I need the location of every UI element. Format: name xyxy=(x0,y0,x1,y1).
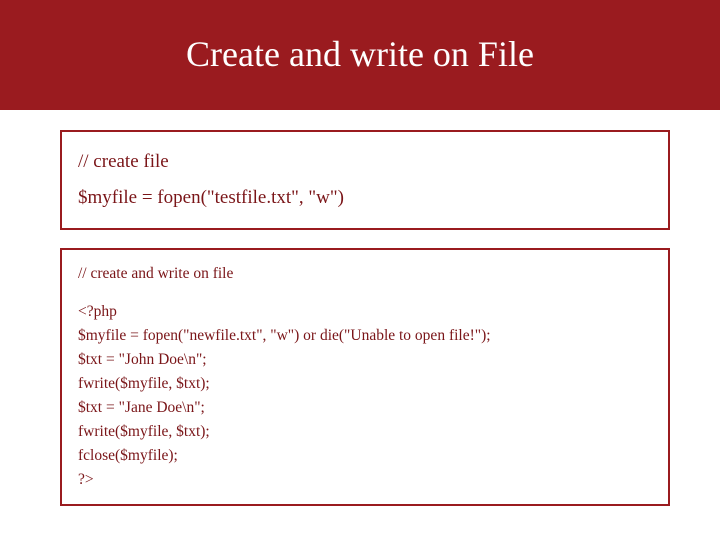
code-line: // create file xyxy=(78,144,652,180)
code-line: fwrite($myfile, $txt); xyxy=(78,372,652,396)
slide-header: Create and write on File xyxy=(0,0,720,110)
code-line: $txt = "Jane Doe\n"; xyxy=(78,396,652,420)
code-box-create-and-write: // create and write on file <?php $myfil… xyxy=(60,248,670,506)
slide-content: // create file $myfile = fopen("testfile… xyxy=(0,110,720,544)
code-line: $myfile = fopen("newfile.txt", "w") or d… xyxy=(78,324,652,348)
code-line: <?php xyxy=(78,300,652,324)
code-line: fclose($myfile); xyxy=(78,444,652,468)
code-line: ?> xyxy=(78,468,652,492)
code-line: $myfile = fopen("testfile.txt", "w") xyxy=(78,180,652,216)
code-line: $txt = "John Doe\n"; xyxy=(78,348,652,372)
code-line: // create and write on file xyxy=(78,262,652,286)
slide-title: Create and write on File xyxy=(186,33,534,76)
code-box-create-file: // create file $myfile = fopen("testfile… xyxy=(60,130,670,230)
code-line: fwrite($myfile, $txt); xyxy=(78,420,652,444)
blank-line xyxy=(78,286,652,300)
